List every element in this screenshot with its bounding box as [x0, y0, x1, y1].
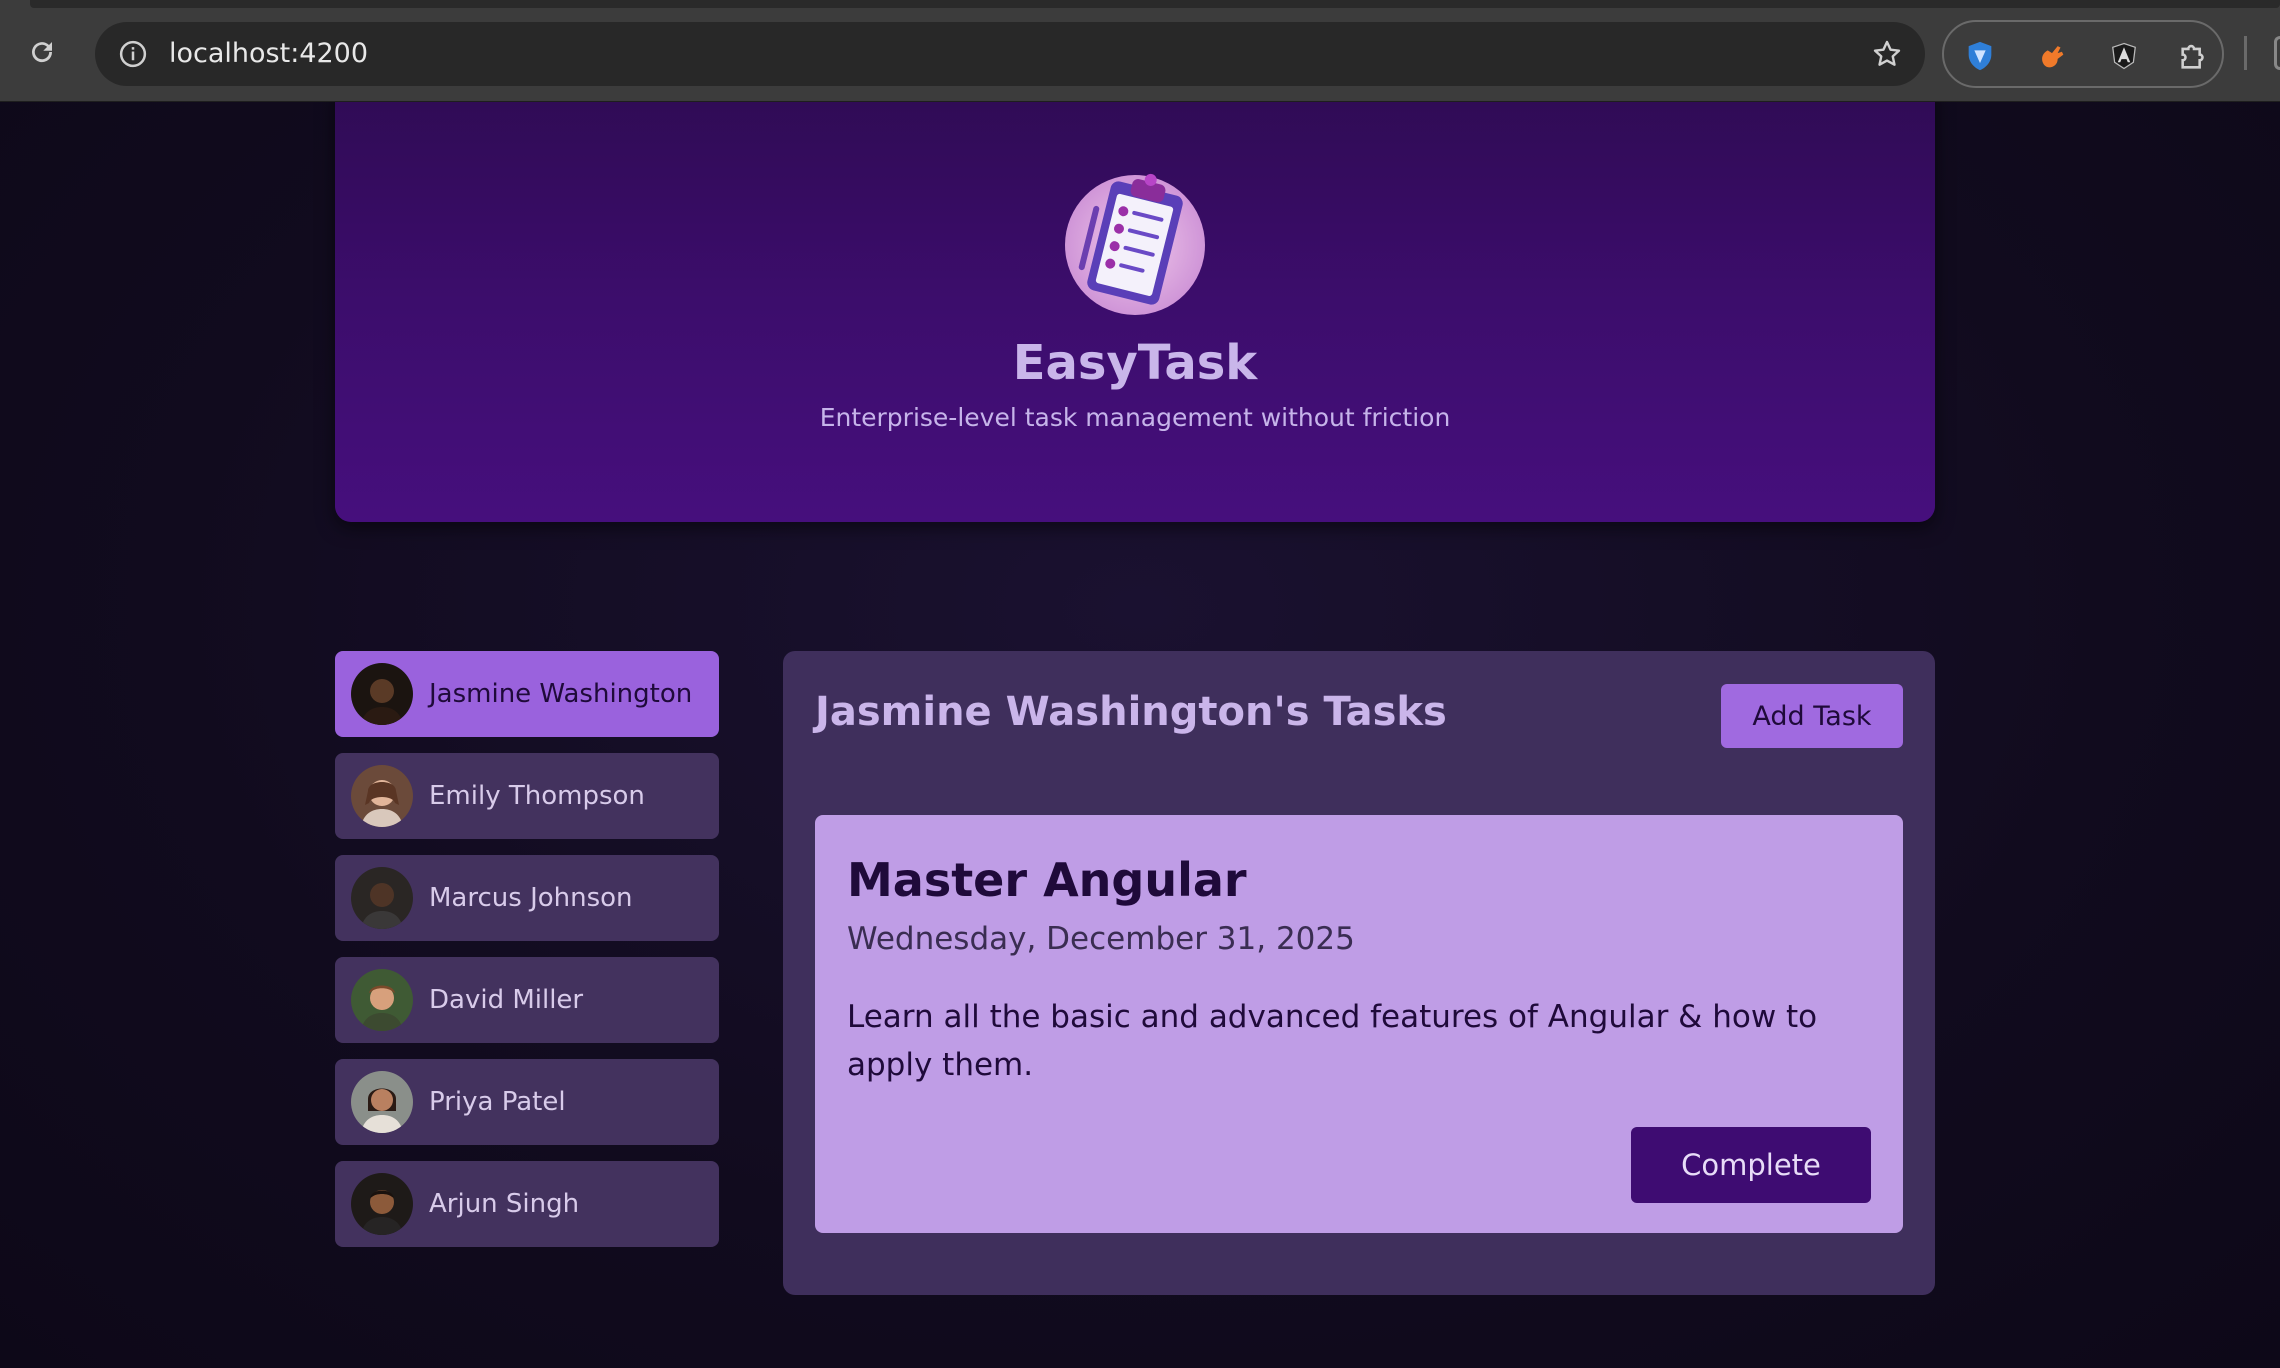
tasks-panel: Jasmine Washington's Tasks Add Task Mast… [783, 651, 1935, 1295]
bookmark-star-icon[interactable] [1867, 34, 1907, 74]
shield-extension-icon[interactable] [1960, 36, 2000, 76]
avatar [351, 765, 413, 827]
user-item-priya-patel[interactable]: Priya Patel [335, 1059, 719, 1145]
clipboard-checklist-icon [1060, 165, 1210, 315]
toolbar-divider [2244, 36, 2247, 70]
tasks-title: Jasmine Washington's Tasks [815, 689, 1447, 735]
url-text[interactable]: localhost:4200 [169, 36, 368, 72]
user-item-arjun-singh[interactable]: Arjun Singh [335, 1161, 719, 1247]
user-item-david-miller[interactable]: David Miller [335, 957, 719, 1043]
avatar [351, 1173, 413, 1235]
task-card: Master Angular Wednesday, December 31, 2… [815, 815, 1903, 1233]
site-info-icon[interactable] [115, 36, 151, 72]
avatar [351, 969, 413, 1031]
address-bar[interactable]: localhost:4200 [95, 22, 1925, 86]
app-title: EasyTask [1012, 335, 1258, 391]
puzzle-extensions-icon[interactable] [2174, 36, 2214, 76]
user-item-marcus-johnson[interactable]: Marcus Johnson [335, 855, 719, 941]
app-subtitle: Enterprise-level task management without… [819, 403, 1451, 432]
user-item-jasmine-washington[interactable]: Jasmine Washington [335, 651, 719, 737]
avatar [351, 867, 413, 929]
profile-button-edge[interactable] [2274, 36, 2280, 70]
hand-extension-icon[interactable] [2032, 36, 2072, 76]
user-name: Arjun Singh [429, 1189, 580, 1219]
app-page: EasyTask Enterprise-level task managemen… [0, 102, 2280, 1368]
app-header: EasyTask Enterprise-level task managemen… [335, 102, 1935, 522]
user-name: Emily Thompson [429, 781, 645, 811]
user-name: Marcus Johnson [429, 883, 633, 913]
user-list: Jasmine Washington Emily Thompson Marcus… [335, 651, 719, 1263]
user-item-emily-thompson[interactable]: Emily Thompson [335, 753, 719, 839]
task-date: Wednesday, December 31, 2025 [847, 921, 1355, 957]
browser-toolbar: localhost:4200 [0, 0, 2280, 102]
extensions-group [1942, 20, 2224, 88]
user-name: Priya Patel [429, 1087, 566, 1117]
user-name: David Miller [429, 985, 584, 1015]
task-description: Learn all the basic and advanced feature… [847, 999, 1818, 1083]
avatar [351, 1071, 413, 1133]
avatar [351, 663, 413, 725]
complete-button[interactable]: Complete [1631, 1127, 1871, 1203]
angular-devtools-icon[interactable] [2104, 36, 2144, 76]
add-task-button[interactable]: Add Task [1721, 684, 1903, 748]
task-title: Master Angular [847, 853, 1247, 907]
tab-strip [30, 0, 2280, 8]
reload-icon[interactable] [22, 32, 62, 72]
user-name: Jasmine Washington [429, 679, 693, 709]
